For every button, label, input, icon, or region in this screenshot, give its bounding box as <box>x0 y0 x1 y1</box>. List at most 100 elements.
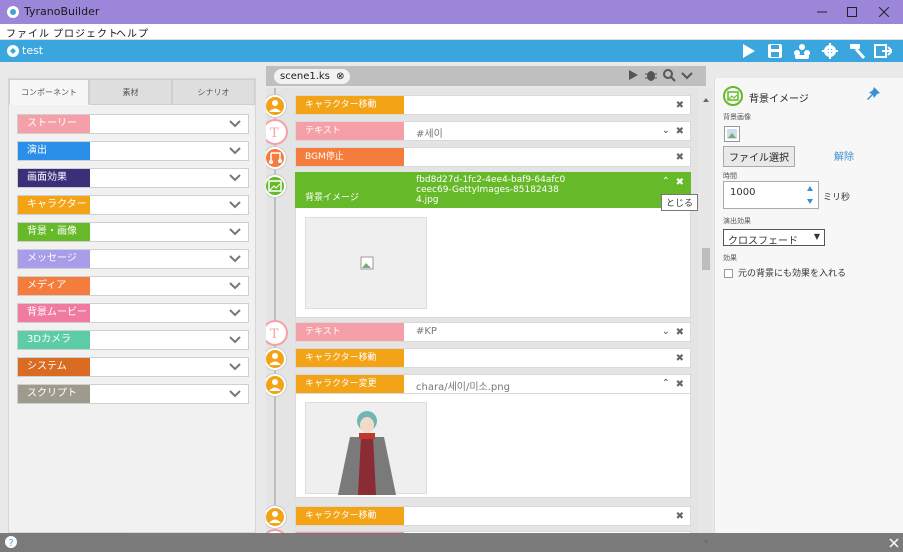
chevron-down-icon[interactable] <box>228 279 242 293</box>
menu-project[interactable]: プロジェクト <box>53 25 119 40</box>
clear-link[interactable]: 解除 <box>834 148 854 163</box>
delete-icon[interactable]: ✖ <box>676 126 684 137</box>
delete-icon[interactable]: ✖ <box>676 327 684 338</box>
scenario-row[interactable]: BGM停止 ✖ <box>295 147 691 167</box>
timeline-node[interactable] <box>266 95 286 117</box>
close-window-button[interactable] <box>868 0 900 24</box>
scenario-row[interactable]: キャラクター移動 ✖ <box>295 95 691 115</box>
character-node-icon <box>269 353 281 365</box>
time-input[interactable]: 1000 <box>723 181 819 209</box>
category-row[interactable]: 3Dカメラ <box>17 330 249 350</box>
category-row[interactable]: 背景ムービー <box>17 303 249 323</box>
tab-materials[interactable]: 素材 <box>89 79 172 105</box>
scenario-row[interactable]: キャラクター移動 ✖ <box>295 506 691 526</box>
collapse-icon[interactable]: ⌃ <box>662 378 670 389</box>
delete-icon[interactable]: ✖ <box>676 100 684 111</box>
pin-icon[interactable] <box>865 86 881 102</box>
component-label: 背景イメージ <box>296 189 404 207</box>
delete-icon[interactable]: ✖ <box>676 511 684 522</box>
scenario-row[interactable]: キャラクター移動 ✖ <box>295 348 691 368</box>
close-tab-icon[interactable]: ⊗ <box>336 71 344 82</box>
maximize-button[interactable] <box>836 0 868 24</box>
expand-icon[interactable]: ⌄ <box>662 326 670 337</box>
category-row[interactable]: ストーリー <box>17 114 249 134</box>
effect-value: クロスフェード <box>728 236 798 247</box>
category-row[interactable]: メッセージ <box>17 249 249 269</box>
maximize-icon <box>847 7 857 17</box>
delete-icon[interactable]: ✖ <box>676 353 684 364</box>
chevron-down-icon[interactable] <box>228 360 242 374</box>
component-label: キャラクター移動 <box>296 507 404 525</box>
build-button[interactable] <box>848 42 866 60</box>
delete-icon[interactable]: ✖ <box>676 177 684 188</box>
file-select-button[interactable]: ファイル選択 <box>723 146 795 167</box>
expand-icon[interactable]: ⌄ <box>662 125 670 136</box>
media-node-icon <box>269 152 282 164</box>
timeline-scrollbar[interactable] <box>700 88 712 544</box>
category-row[interactable]: スクリプト <box>17 384 249 404</box>
scenario-row[interactable]: テキスト #KP ⌄ ✖ <box>295 322 691 342</box>
component-panel: コンポーネント 素材 シナリオ ストーリー演出画面効果キャラクター 背景・画像メッ… <box>8 78 256 533</box>
preview-play-icon[interactable] <box>626 68 640 82</box>
scenario-row[interactable]: 背景イメージ fbd8d27d-1fc2-4ee4-baf9-64afc0ceec… <box>295 172 691 208</box>
scroll-up-icon[interactable] <box>700 94 712 106</box>
scenario-row[interactable]: テキスト #세이 ⌄ ✖ <box>295 121 691 141</box>
apply-effect-checkbox[interactable] <box>724 269 733 278</box>
category-row[interactable]: 背景・画像 <box>17 222 249 242</box>
scene-file-name: scene1.ks <box>280 71 330 82</box>
category-row[interactable]: 画面効果 <box>17 168 249 188</box>
menu-file[interactable]: ファイル <box>6 25 50 40</box>
effect-select[interactable]: クロスフェード ▼ <box>723 229 825 247</box>
timeline-node[interactable]: T <box>266 322 286 344</box>
chevron-down-icon[interactable] <box>680 68 694 82</box>
scroll-thumb[interactable] <box>702 248 710 270</box>
play-button[interactable] <box>740 42 758 60</box>
search-icon[interactable] <box>662 68 676 82</box>
category-row[interactable]: メディア <box>17 276 249 296</box>
delete-icon[interactable]: ✖ <box>676 379 684 390</box>
project-bar: test <box>0 40 903 62</box>
timeline-node[interactable] <box>266 348 286 370</box>
chevron-down-icon[interactable] <box>228 198 242 212</box>
chevron-down-icon[interactable] <box>228 252 242 266</box>
category-label: 背景ムービー <box>18 304 90 322</box>
save-button[interactable] <box>766 42 784 60</box>
chevron-down-icon[interactable] <box>228 387 242 401</box>
debug-bug-icon[interactable] <box>644 68 658 82</box>
timeline-node[interactable] <box>266 175 286 197</box>
close-tooltip: とじる <box>661 194 699 211</box>
minimize-button[interactable] <box>806 0 838 24</box>
export-button[interactable] <box>874 42 892 60</box>
timeline-node[interactable] <box>266 147 286 169</box>
category-row[interactable]: 演出 <box>17 141 249 161</box>
delete-icon[interactable]: ✖ <box>676 152 684 163</box>
chevron-down-icon[interactable] <box>228 333 242 347</box>
scene-file-tab[interactable]: scene1.ks ⊗ <box>274 69 351 84</box>
chevron-down-icon[interactable] <box>228 117 242 131</box>
app-icon <box>7 6 19 18</box>
category-row[interactable]: システム <box>17 357 249 377</box>
scenario-row[interactable]: キャラクター変更 chara/세이/미소.png ⌃ ✖ <box>295 374 691 394</box>
menu-bar: ファイル プロジェクト ヘルプ <box>0 24 903 40</box>
collapse-icon[interactable]: ⌃ <box>662 176 670 187</box>
timeline-node[interactable] <box>266 506 286 528</box>
chevron-down-icon[interactable] <box>228 306 242 320</box>
stepper-icon[interactable] <box>806 184 814 206</box>
category-row[interactable]: キャラクター <box>17 195 249 215</box>
component-label: キャラクター変更 <box>296 375 404 393</box>
fx-label: 効果 <box>723 254 737 262</box>
help-icon[interactable]: ? <box>4 535 18 549</box>
timeline-node[interactable]: T <box>266 121 286 143</box>
tab-scenario[interactable]: シナリオ <box>172 79 255 105</box>
close-status-icon[interactable] <box>889 538 899 548</box>
export-icon <box>874 44 892 58</box>
chevron-down-icon[interactable] <box>228 225 242 239</box>
chevron-down-icon[interactable] <box>228 144 242 158</box>
timeline-node[interactable] <box>266 374 286 396</box>
character-node-icon <box>269 100 281 112</box>
character-button[interactable] <box>793 42 811 60</box>
chevron-down-icon[interactable] <box>228 171 242 185</box>
menu-help[interactable]: ヘルプ <box>116 25 149 40</box>
tab-components[interactable]: コンポーネント <box>9 79 89 105</box>
settings-button[interactable] <box>821 42 839 60</box>
